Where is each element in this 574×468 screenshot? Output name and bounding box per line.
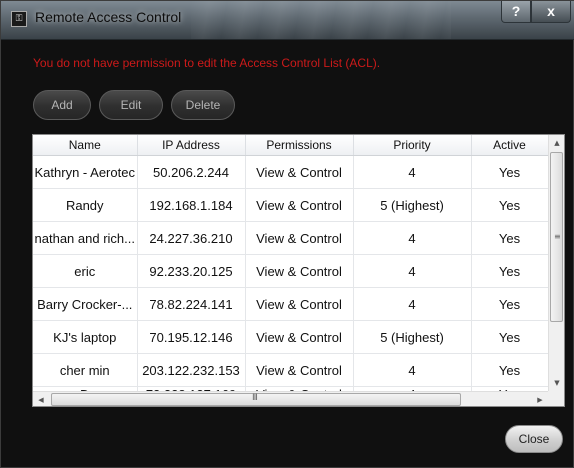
delete-button[interactable]: Delete xyxy=(171,90,235,120)
table-row[interactable]: Barry Crocker-... 78.82.224.141 View & C… xyxy=(33,287,549,321)
window-close-button[interactable]: x xyxy=(531,1,571,23)
cell-priority: 4 xyxy=(353,155,472,189)
cell-active: Yes xyxy=(471,221,549,255)
cell-permissions: View & Control xyxy=(245,155,354,189)
cell-ip-address: 192.168.1.184 xyxy=(137,188,246,222)
window-title: Remote Access Control xyxy=(35,9,182,25)
cell-priority: 4 xyxy=(353,353,472,387)
scroll-right-arrow-icon[interactable]: ▶ xyxy=(532,392,548,406)
cell-permissions: View & Control xyxy=(245,287,354,321)
edit-button[interactable]: Edit xyxy=(99,90,163,120)
cell-name: eric xyxy=(33,254,138,288)
cell-name: cher min xyxy=(33,353,138,387)
cell-priority: 4 xyxy=(353,221,472,255)
cell-permissions: View & Control xyxy=(245,320,354,354)
vertical-scrollbar[interactable]: ▲ ≡ ▼ xyxy=(548,135,564,391)
cell-name: nathan and rich... xyxy=(33,221,138,255)
cell-priority: 4 xyxy=(353,254,472,288)
acl-table: Name IP Address Permissions Priority Act… xyxy=(32,134,565,407)
cell-name: KJ's laptop xyxy=(33,320,138,354)
cell-active: Yes xyxy=(471,254,549,288)
cell-ip-address: 78.82.224.141 xyxy=(137,287,246,321)
permission-warning: You do not have permission to edit the A… xyxy=(33,56,381,70)
add-button[interactable]: Add xyxy=(33,90,91,120)
cell-active: Yes xyxy=(471,155,549,189)
cell-permissions: View & Control xyxy=(245,353,354,387)
cell-ip-address: 92.233.20.125 xyxy=(137,254,246,288)
column-header-name[interactable]: Name xyxy=(33,135,138,156)
scrollbar-corner xyxy=(548,391,564,406)
cell-ip-address: 70.195.12.146 xyxy=(137,320,246,354)
cell-name: Kathryn - Aerotec xyxy=(33,155,138,189)
grip-icon: III xyxy=(252,393,258,403)
cell-priority: 4 xyxy=(353,287,472,321)
table-row[interactable]: Randy 192.168.1.184 View & Control 5 (Hi… xyxy=(33,188,549,222)
cell-ip-address: 50.206.2.244 xyxy=(137,155,246,189)
cell-priority: 5 (Highest) xyxy=(353,320,472,354)
cell-permissions: View & Control xyxy=(245,254,354,288)
cell-ip-address: 203.122.232.153 xyxy=(137,353,246,387)
horizontal-scrollbar[interactable]: ◀ III ▶ xyxy=(33,391,548,406)
cell-active: Yes xyxy=(471,188,549,222)
column-header-ip-address[interactable]: IP Address xyxy=(137,135,246,156)
column-header-priority[interactable]: Priority xyxy=(353,135,472,156)
cell-permissions: View & Control xyxy=(245,188,354,222)
vertical-scroll-thumb[interactable]: ≡ xyxy=(550,152,563,322)
column-header-active[interactable]: Active xyxy=(471,135,549,156)
column-header-permissions[interactable]: Permissions xyxy=(245,135,354,156)
table-row[interactable]: KJ's laptop 70.195.12.146 View & Control… xyxy=(33,320,549,354)
scroll-left-arrow-icon[interactable]: ◀ xyxy=(33,392,49,406)
help-button[interactable]: ? xyxy=(501,1,531,23)
table-row[interactable]: Kathryn - Aerotec 50.206.2.244 View & Co… xyxy=(33,155,549,189)
table-row[interactable]: nathan and rich... 24.227.36.210 View & … xyxy=(33,221,549,255)
scroll-down-arrow-icon[interactable]: ▼ xyxy=(549,375,564,391)
cell-name: Randy xyxy=(33,188,138,222)
scroll-up-arrow-icon[interactable]: ▲ xyxy=(549,135,564,151)
grip-icon: ≡ xyxy=(554,232,561,241)
table-header-row: Name IP Address Permissions Priority Act… xyxy=(33,135,549,156)
remote-access-control-window: Remote Access Control ? x You do not hav… xyxy=(0,0,574,468)
cell-priority: 5 (Highest) xyxy=(353,188,472,222)
cell-name: Barry Crocker-... xyxy=(33,287,138,321)
table-row[interactable]: eric 92.233.20.125 View & Control 4 Yes xyxy=(33,254,549,288)
table-row[interactable]: cher min 203.122.232.153 View & Control … xyxy=(33,353,549,387)
cell-active: Yes xyxy=(471,320,549,354)
app-icon xyxy=(11,11,27,27)
close-button[interactable]: Close xyxy=(505,425,563,453)
cell-ip-address: 24.227.36.210 xyxy=(137,221,246,255)
cell-permissions: View & Control xyxy=(245,221,354,255)
cell-active: Yes xyxy=(471,353,549,387)
title-bar[interactable]: Remote Access Control ? x xyxy=(1,1,574,40)
horizontal-scroll-thumb[interactable]: III xyxy=(51,393,461,406)
cell-active: Yes xyxy=(471,287,549,321)
